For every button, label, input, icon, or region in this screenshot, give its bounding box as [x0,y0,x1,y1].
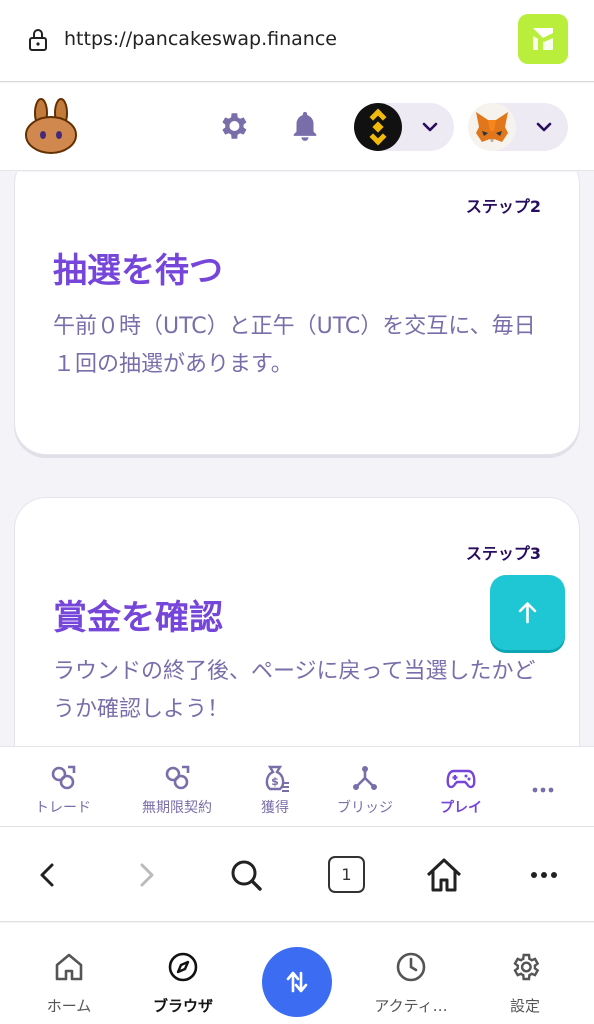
compass-icon [168,952,198,982]
clock-icon [396,952,426,982]
trade-icon [51,765,76,790]
scroll-to-top-button[interactable] [490,575,565,650]
gamepad-icon [446,769,476,789]
step-label: ステップ2 [465,197,541,216]
tab-activity[interactable]: アクティ… [356,923,466,1024]
card-description: 午前０時（UTC）と正午（UTC）を交互に、毎日１回の抽選があります。 [53,314,536,377]
app-bottom-nav: トレード 無期限契約 $ 獲得 ブリッジ プレイ [0,746,594,826]
chevron-down-icon [422,122,438,132]
nav-item-more[interactable] [488,747,594,827]
tab-label: アクティ… [374,997,448,1015]
nav-label: ブリッジ [337,800,393,816]
bridge-icon [353,766,377,790]
browser-toolbar: 1 [0,826,594,922]
tab-count-button[interactable]: 1 [328,856,365,893]
tab-label: ホーム [46,997,92,1015]
card-description: ラウンドの終了後、ページに戻って当選したかどうか確認しよう！ [53,659,536,722]
step-card: ステップ2 抽選を待つ 午前０時（UTC）と正午（UTC）を交互に、毎日１回の抽… [14,172,580,455]
gear-icon[interactable] [216,109,250,143]
pancakeswap-bunny-logo-icon[interactable] [22,97,80,155]
wallet-tab-bar: ホーム ブラウザ アクティ… 設定 [0,923,594,1024]
bnb-chain-icon [354,103,402,151]
browser-url-bar: https://pancakeswap.finance [0,0,594,82]
lock-icon [29,29,47,51]
nav-label: トレード [35,800,91,816]
tab-label: ブラウザ [152,997,213,1015]
card-title: 賞金を確認 [53,598,223,638]
tab-browser[interactable]: ブラウザ [128,923,238,1024]
tab-settings[interactable]: 設定 [470,923,580,1024]
tab-home[interactable]: ホーム [14,923,124,1024]
nav-item-perpetual[interactable]: 無期限契約 [122,747,232,827]
step-label: ステップ3 [465,544,541,563]
swap-icon [286,971,308,993]
arrow-up-icon [518,602,537,624]
earn-icon: $ [265,765,289,792]
network-selector-button[interactable] [354,103,454,151]
gear-icon [513,953,540,981]
tab-label: 設定 [509,997,540,1015]
wallet-menu-button[interactable] [468,103,568,151]
url-text[interactable]: https://pancakeswap.finance [64,28,337,50]
wallet-logo-icon[interactable] [518,14,568,64]
back-icon[interactable] [28,855,68,895]
forward-icon[interactable] [126,855,166,895]
swap-button[interactable] [262,947,332,1017]
perpetual-icon [165,765,190,790]
nav-item-trade[interactable]: トレード [8,747,118,827]
lottery-steps-section[interactable]: ステップ2 抽選を待つ 午前０時（UTC）と正午（UTC）を交互に、毎日１回の抽… [0,172,594,746]
app-header [0,83,594,171]
metamask-fox-icon [468,103,516,151]
home-icon [55,953,83,981]
card-title: 抽選を待つ [53,251,223,291]
more-icon [532,787,554,793]
chevron-down-icon [536,122,552,132]
bell-icon[interactable] [288,109,322,143]
search-icon[interactable] [226,855,266,895]
more-icon[interactable] [524,855,564,895]
svg-text:$: $ [271,775,279,788]
nav-label: 無期限契約 [142,800,212,816]
nav-item-bridge[interactable]: ブリッジ [310,747,420,827]
home-icon[interactable] [424,855,464,895]
